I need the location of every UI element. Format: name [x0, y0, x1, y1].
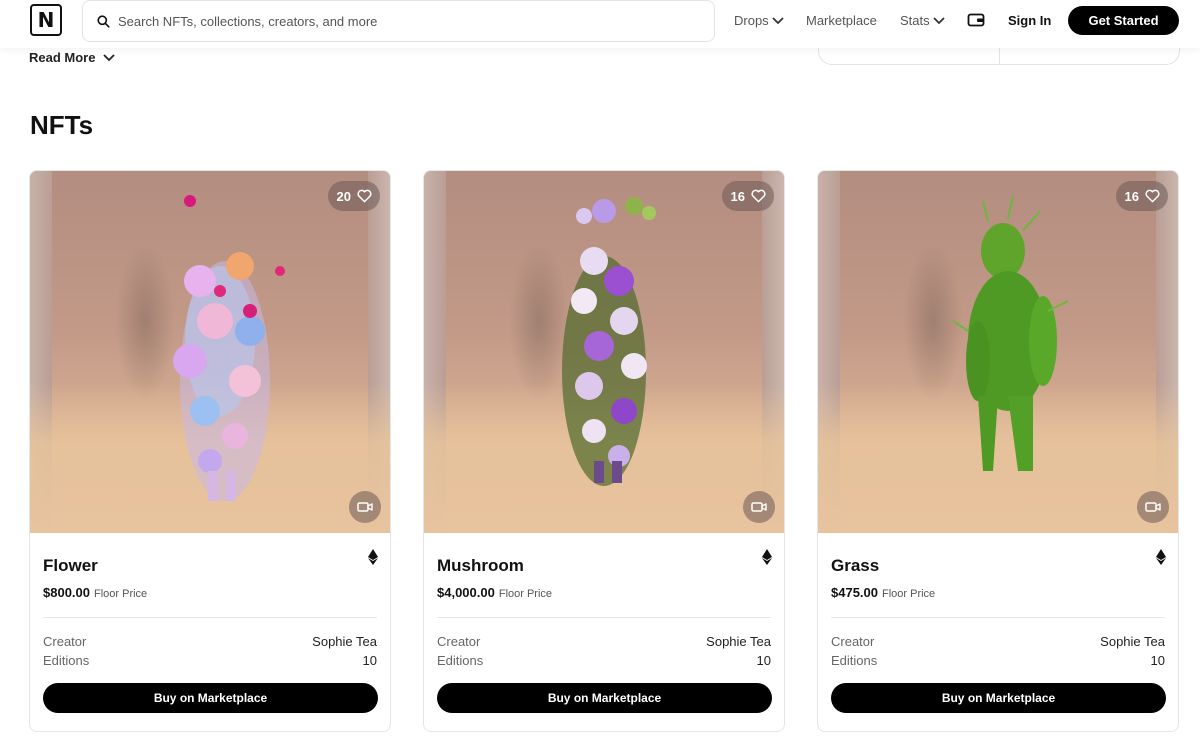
card-body: Flower $800.00 Floor Price Creator Sophi… — [30, 533, 390, 731]
chevron-down-icon — [932, 16, 945, 24]
creator-label: Creator — [43, 634, 87, 649]
price-row: $4,000.00 Floor Price — [437, 585, 552, 600]
video-play-button[interactable] — [743, 491, 775, 523]
creator-label: Creator — [437, 634, 481, 649]
divider — [831, 617, 1165, 618]
editions-label: Editions — [831, 653, 878, 668]
search-icon — [97, 14, 110, 28]
video-play-button[interactable] — [1137, 491, 1169, 523]
ethereum-icon — [762, 549, 772, 565]
buy-on-marketplace-button[interactable]: Buy on Marketplace — [437, 683, 772, 713]
creator-value[interactable]: Sophie Tea — [312, 634, 377, 649]
divider — [43, 617, 377, 618]
creator-label: Creator — [831, 634, 875, 649]
nav-marketplace-label: Marketplace — [806, 13, 877, 28]
editions-value: 10 — [362, 653, 377, 668]
flower-figure-art — [173, 195, 285, 501]
mushroom-figure-art — [562, 197, 656, 486]
get-started-button[interactable]: Get Started — [1068, 6, 1179, 35]
nav-drops-label: Drops — [734, 13, 769, 28]
floor-price-label: Floor Price — [882, 588, 936, 600]
like-counter[interactable]: 16 — [1115, 181, 1168, 211]
editions-label: Editions — [43, 653, 90, 668]
creator-row: Creator Sophie Tea — [831, 634, 1165, 649]
nft-title[interactable]: Mushroom — [437, 556, 524, 576]
video-camera-icon — [357, 502, 373, 512]
floor-price-value: $475.00 — [831, 585, 878, 600]
buy-on-marketplace-button[interactable]: Buy on Marketplace — [43, 683, 378, 713]
read-more-label: Read More — [29, 50, 96, 65]
price-row: $475.00 Floor Price — [831, 585, 935, 600]
floor-price-value: $4,000.00 — [437, 585, 495, 600]
editions-row: Editions 10 — [43, 653, 377, 668]
editions-label: Editions — [437, 653, 484, 668]
floor-price-label: Floor Price — [94, 588, 148, 600]
nft-media[interactable]: 16 — [424, 171, 784, 533]
search-input[interactable] — [118, 13, 678, 29]
card-body: Grass $475.00 Floor Price Creator Sophie… — [818, 533, 1178, 731]
heart-icon — [751, 189, 766, 203]
top-nav-bar: N Drops Marketplace Stats Sign In Get St… — [0, 0, 1200, 48]
ethereum-icon — [1156, 549, 1166, 565]
read-more-toggle[interactable]: Read More — [29, 50, 116, 65]
editions-row: Editions 10 — [437, 653, 771, 668]
creator-row: Creator Sophie Tea — [437, 634, 771, 649]
sign-in-link[interactable]: Sign In — [1008, 13, 1051, 28]
heart-icon — [357, 189, 372, 203]
creator-value[interactable]: Sophie Tea — [1100, 634, 1165, 649]
like-count: 16 — [1124, 188, 1139, 204]
nav-stats[interactable]: Stats — [900, 13, 945, 28]
wallet-button[interactable] — [967, 12, 985, 33]
creator-row: Creator Sophie Tea — [43, 634, 377, 649]
card-body: Mushroom $4,000.00 Floor Price Creator S… — [424, 533, 784, 731]
like-count: 16 — [730, 188, 745, 204]
nft-title[interactable]: Flower — [43, 556, 98, 576]
divider — [437, 617, 771, 618]
grass-figure-art — [952, 195, 1069, 471]
ethereum-icon — [368, 549, 378, 565]
nft-media[interactable]: 16 — [818, 171, 1178, 533]
nft-card[interactable]: 20 Flower $800.00 Floor Price Creator So… — [29, 170, 391, 732]
editions-row: Editions 10 — [831, 653, 1165, 668]
like-counter[interactable]: 16 — [721, 181, 774, 211]
floor-price-value: $800.00 — [43, 585, 90, 600]
editions-value: 10 — [1150, 653, 1165, 668]
video-camera-icon — [1145, 502, 1161, 512]
heart-icon — [1145, 189, 1160, 203]
nav-stats-label: Stats — [900, 13, 930, 28]
nav-drops[interactable]: Drops — [734, 13, 784, 28]
chevron-down-icon — [103, 53, 116, 61]
like-count: 20 — [336, 188, 351, 204]
nft-media[interactable]: 20 — [30, 171, 390, 533]
floor-price-label: Floor Price — [498, 588, 553, 600]
wallet-icon — [967, 13, 985, 27]
section-title: NFTs — [30, 110, 94, 140]
creator-value[interactable]: Sophie Tea — [706, 634, 771, 649]
logo[interactable]: N — [30, 4, 62, 36]
buy-on-marketplace-button[interactable]: Buy on Marketplace — [831, 683, 1166, 713]
search-bar[interactable] — [82, 0, 715, 42]
logo-letter: N — [37, 8, 55, 32]
nft-title[interactable]: Grass — [831, 556, 879, 576]
editions-value: 10 — [756, 653, 771, 668]
like-counter[interactable]: 20 — [327, 181, 380, 211]
price-row: $800.00 Floor Price — [43, 585, 147, 600]
nav-marketplace[interactable]: Marketplace — [806, 13, 877, 28]
nft-card[interactable]: 16 Mushroom $4,000.00 Floor Price Creato… — [423, 170, 785, 732]
video-camera-icon — [751, 502, 767, 512]
video-play-button[interactable] — [349, 491, 381, 523]
chevron-down-icon — [772, 16, 784, 24]
nft-card[interactable]: 16 Grass $475.00 Floor Price Creator Sop… — [817, 170, 1179, 732]
